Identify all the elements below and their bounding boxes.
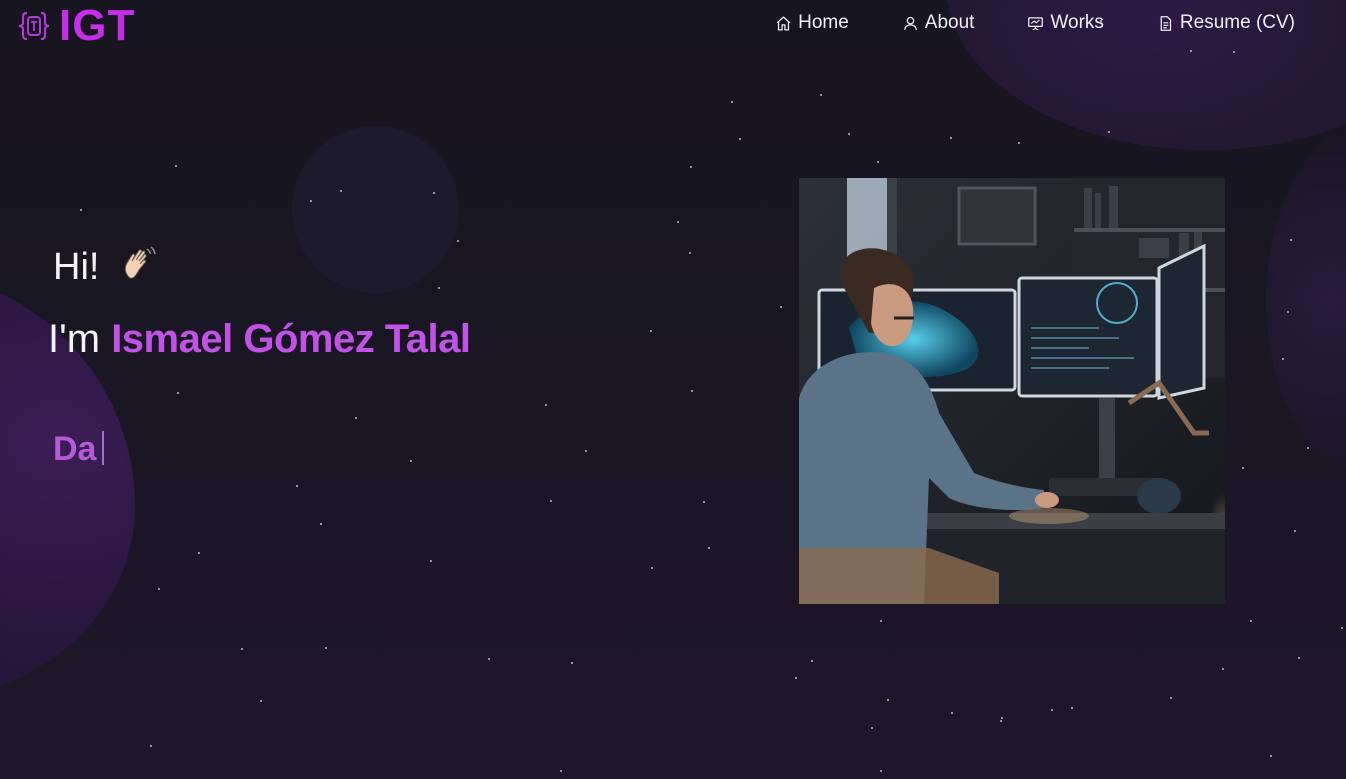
typing-cursor	[102, 431, 105, 465]
star	[1294, 530, 1296, 532]
star	[457, 240, 459, 242]
nav-about-label: About	[924, 12, 975, 33]
star	[310, 200, 312, 202]
star	[1071, 707, 1073, 709]
star	[355, 417, 357, 419]
star	[177, 392, 179, 394]
star	[325, 647, 327, 649]
nav-resume[interactable]: Resume (CV)	[1157, 12, 1295, 34]
star	[887, 699, 889, 701]
star	[780, 306, 782, 308]
star	[1250, 620, 1252, 622]
star	[708, 547, 710, 549]
star	[296, 485, 298, 487]
greeting: Hi!	[53, 245, 158, 289]
star	[1341, 627, 1343, 629]
star	[871, 727, 873, 729]
intro-line: I'm Ismael Gómez Talal	[48, 317, 471, 362]
star	[731, 101, 733, 103]
home-icon	[776, 15, 791, 31]
document-icon	[1160, 15, 1172, 31]
star	[1190, 50, 1192, 52]
star	[550, 500, 552, 502]
star	[1000, 720, 1002, 722]
star	[1242, 467, 1244, 469]
star	[260, 700, 262, 702]
star	[880, 620, 882, 622]
star	[1233, 51, 1235, 53]
brand-name: IGT	[59, 1, 136, 50]
star	[650, 330, 652, 332]
star	[848, 133, 850, 135]
star	[1290, 239, 1292, 241]
star	[340, 190, 342, 192]
background-blob-right	[1266, 120, 1346, 480]
star	[545, 404, 547, 406]
page: IGT Home About Works Resume (CV) Hi! I'm…	[0, 0, 1346, 779]
star	[1307, 447, 1309, 449]
typed-text: Da	[53, 430, 97, 468]
star	[175, 165, 177, 167]
star	[410, 460, 412, 462]
star	[241, 648, 243, 650]
typewriter-text: Da	[53, 430, 105, 469]
star	[1018, 142, 1020, 144]
star	[320, 523, 322, 525]
star	[198, 552, 200, 554]
curly-braces-icon	[17, 9, 51, 43]
star	[80, 209, 82, 211]
star	[677, 221, 679, 223]
waving-hand-icon	[118, 245, 158, 285]
star	[1287, 311, 1289, 313]
star	[950, 137, 952, 139]
star	[690, 166, 692, 168]
nav-resume-label: Resume (CV)	[1179, 12, 1295, 33]
star	[1051, 709, 1053, 711]
nav-works[interactable]: Works	[1027, 12, 1104, 34]
intro-prefix: I'm	[48, 317, 112, 361]
greeting-text: Hi!	[53, 246, 100, 288]
background-circle	[292, 126, 459, 293]
star	[1001, 717, 1003, 719]
star	[739, 138, 741, 140]
star	[585, 450, 587, 452]
presentation-icon	[1028, 16, 1044, 30]
star	[488, 658, 490, 660]
star	[1270, 755, 1272, 757]
star	[951, 712, 953, 714]
developer-at-monitors-illustration	[799, 178, 1225, 604]
user-icon	[903, 16, 917, 30]
star	[438, 287, 440, 289]
star	[820, 94, 822, 96]
main-nav: Home About Works Resume (CV)	[775, 12, 1295, 34]
star	[811, 660, 813, 662]
star	[158, 588, 160, 590]
star	[703, 501, 705, 503]
nav-home-label: Home	[798, 12, 849, 33]
star	[651, 567, 653, 569]
star	[1170, 697, 1172, 699]
star	[560, 770, 562, 772]
nav-home[interactable]: Home	[775, 12, 849, 34]
star	[1222, 668, 1224, 670]
star	[430, 560, 432, 562]
nav-works-label: Works	[1050, 12, 1104, 33]
nav-about[interactable]: About	[902, 12, 975, 34]
star	[795, 677, 797, 679]
star	[150, 745, 152, 747]
star	[691, 390, 693, 392]
hero-name: Ismael Gómez Talal	[111, 317, 471, 361]
star	[433, 192, 435, 194]
star	[571, 662, 573, 664]
star	[1298, 657, 1300, 659]
star	[877, 161, 879, 163]
star	[880, 770, 882, 772]
star	[1108, 131, 1110, 133]
star	[689, 252, 691, 254]
logo[interactable]: IGT	[17, 4, 135, 48]
star	[1282, 358, 1284, 360]
